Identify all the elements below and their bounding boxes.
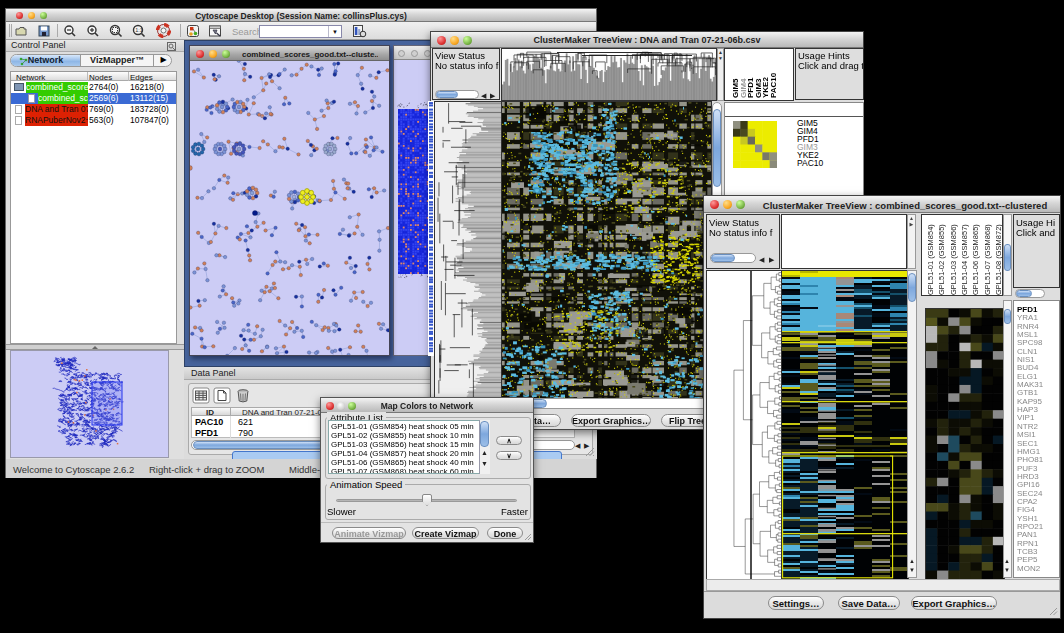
svg-text:1:1: 1:1 [135, 27, 143, 33]
